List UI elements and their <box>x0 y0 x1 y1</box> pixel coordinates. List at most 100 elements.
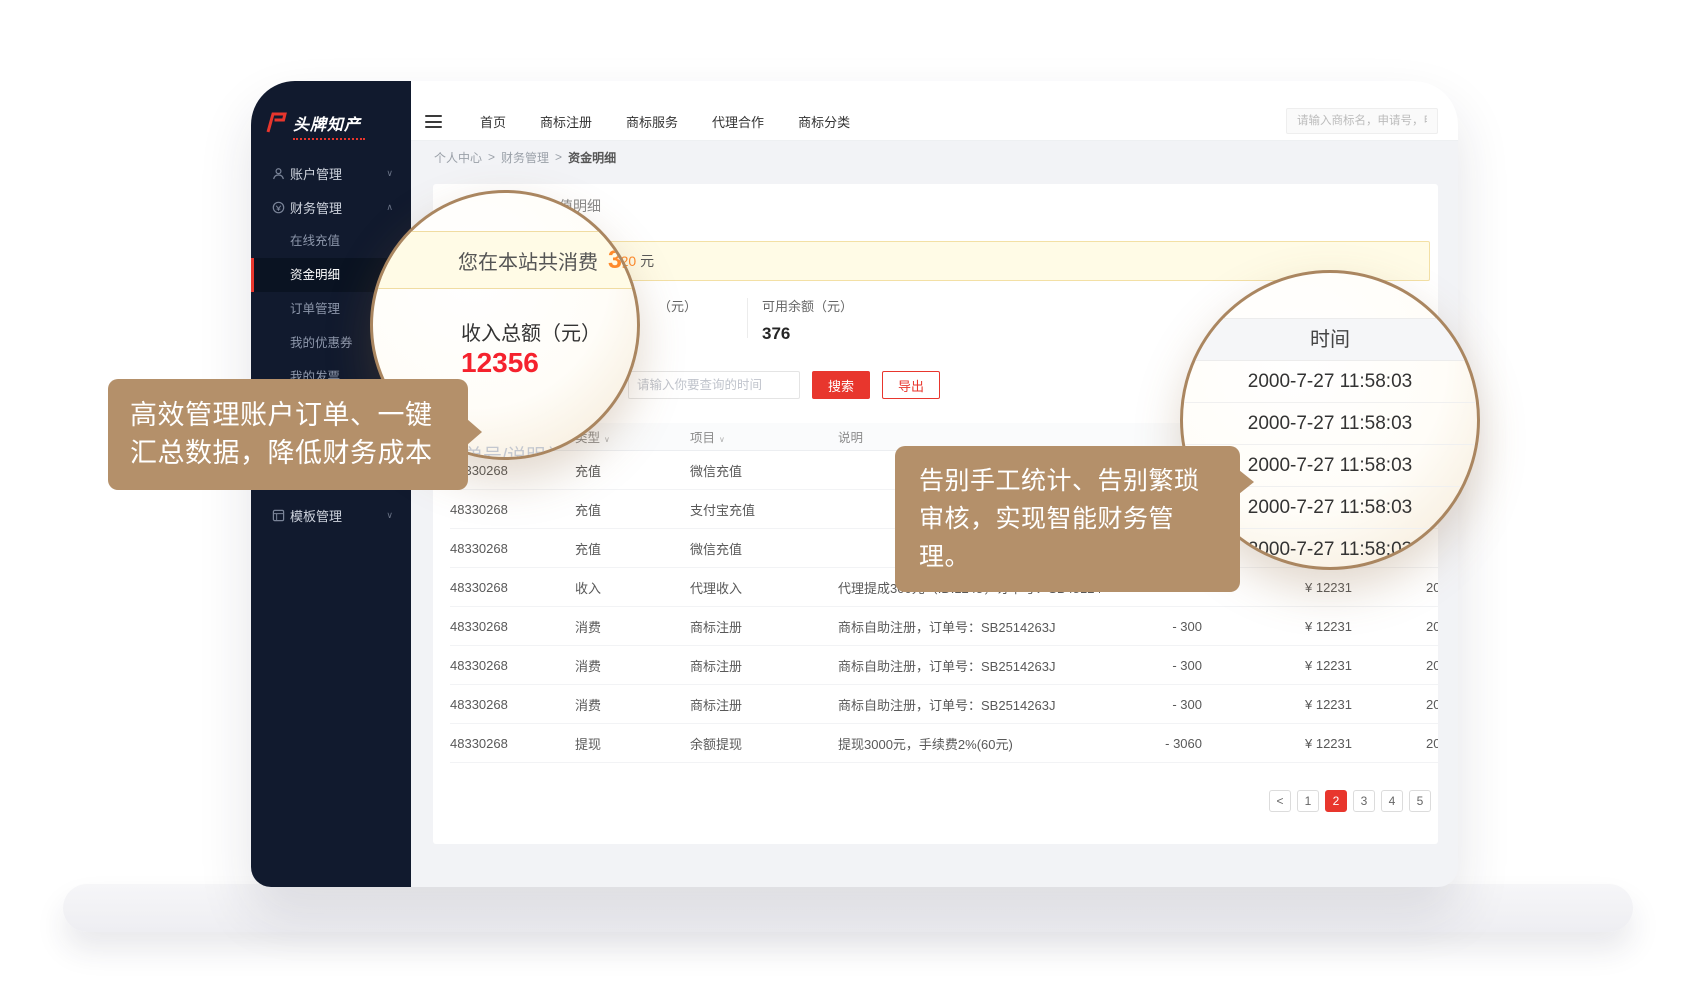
cell-type: 消费 <box>575 656 690 675</box>
export-button[interactable]: 导出 <box>882 371 940 399</box>
chevron-down-icon: ∨ <box>386 510 393 521</box>
cell-project: 微信充值 <box>690 539 838 558</box>
stat-expense: （元） <box>658 296 697 315</box>
breadcrumb: 个人中心 > 财务管理 > 资金明细 <box>411 141 1458 173</box>
laptop-mockup: 头牌知产 账户管理 ∨ 财务管理 ∧ 在线充值 资金明细 <box>0 0 1696 1002</box>
cell-type: 消费 <box>575 695 690 714</box>
cell-project: 商标注册 <box>690 695 838 714</box>
cell-project: 支付宝充值 <box>690 500 838 519</box>
cell-amount: - 300 <box>1100 619 1210 634</box>
cell-type: 消费 <box>575 617 690 636</box>
stat-available-balance: 可用余额（元） 376 <box>762 296 853 344</box>
hamburger-icon[interactable] <box>425 115 442 128</box>
cell-order: 48330268 <box>450 502 575 517</box>
nav-item-agency-cooperation[interactable]: 代理合作 <box>712 112 764 131</box>
cell-desc: 商标自助注册，订单号：SB2514263J <box>838 656 1100 675</box>
nav-item-trademark-services[interactable]: 商标服务 <box>626 112 678 131</box>
logo-icon <box>264 111 288 135</box>
cell-type: 充值 <box>575 461 690 480</box>
sidebar-item-templates[interactable]: 模板管理 ∨ <box>251 498 411 532</box>
header-description: 说明 <box>838 427 1100 446</box>
cell-order: 48330268 <box>450 619 575 634</box>
cell-project: 微信充值 <box>690 461 838 480</box>
breadcrumb-personal-center[interactable]: 个人中心 <box>434 149 482 166</box>
page-button-2[interactable]: 2 <box>1325 790 1347 812</box>
breadcrumb-finance[interactable]: 财务管理 <box>501 149 549 166</box>
chevron-up-icon: ∧ <box>386 202 393 213</box>
cell-balance: ¥ 12231 <box>1210 658 1362 673</box>
table-row: 48330268提现余额提现提现3000元，手续费2%(60元)- 3060¥ … <box>450 724 1438 763</box>
cell-order: 48330268 <box>450 580 575 595</box>
banner-unit: 元 <box>640 251 654 271</box>
cell-time: 2000-7-27 11:58:03 <box>1362 736 1438 751</box>
cell-order: 48330268 <box>450 541 575 556</box>
cell-time: 2000-7-27 11:58:03 <box>1362 697 1438 712</box>
template-icon <box>272 509 285 522</box>
lens-income-label: 收入总额（元） <box>461 317 601 346</box>
cell-order: 48330268 <box>450 697 575 712</box>
page-button-1[interactable]: 1 <box>1297 790 1319 812</box>
sidebar-item-label: 财务管理 <box>290 198 342 217</box>
header-type[interactable]: 类型∨ <box>575 427 690 446</box>
lens-banner-text: 您在本站共消费 <box>458 246 598 275</box>
cell-desc: 商标自助注册，订单号：SB2514263J <box>838 617 1100 636</box>
stat-value: 376 <box>762 324 853 344</box>
date-range-input[interactable] <box>628 371 800 399</box>
lens-banner-value: 32124 <box>608 246 640 275</box>
cell-desc: 提现3000元，手续费2%(60元) <box>838 734 1100 753</box>
top-nav-links: 首页 商标注册 商标服务 代理合作 商标分类 <box>480 112 850 131</box>
cell-time: 2000-7-27 11:58:03 <box>1362 580 1438 595</box>
top-navbar: 首页 商标注册 商标服务 代理合作 商标分类 <box>411 81 1458 141</box>
cell-type: 收入 <box>575 578 690 597</box>
trademark-search-input[interactable] <box>1286 108 1438 134</box>
prev-page-button[interactable]: < <box>1269 790 1291 812</box>
laptop-base <box>63 884 1633 932</box>
cell-project: 余额提现 <box>690 734 838 753</box>
sidebar-item-account[interactable]: 账户管理 ∨ <box>251 156 411 190</box>
cell-time: 2000-7-27 11:58:03 <box>1362 619 1438 634</box>
cell-project: 商标注册 <box>690 617 838 636</box>
pagination: < 1 2 3 4 5 <box>1269 790 1431 812</box>
cell-balance: ¥ 12231 <box>1210 736 1362 751</box>
nav-item-home[interactable]: 首页 <box>480 112 506 131</box>
cell-balance: ¥ 12231 <box>1210 697 1362 712</box>
stat-label: （元） <box>658 296 697 315</box>
cell-time: 2000-7-27 11:58:03 <box>1362 658 1438 673</box>
cell-amount: - 300 <box>1100 658 1210 673</box>
cell-type: 充值 <box>575 539 690 558</box>
cell-desc: 商标自助注册，订单号：SB2514263J <box>838 695 1100 714</box>
table-row: 48330268消费商标注册商标自助注册，订单号：SB2514263J- 300… <box>450 685 1438 724</box>
cell-order: 48330268 <box>450 736 575 751</box>
page-button-5[interactable]: 5 <box>1409 790 1431 812</box>
cell-amount: - 300 <box>1100 697 1210 712</box>
lens-time-header: 时间 <box>1183 318 1477 361</box>
header-project[interactable]: 项目∨ <box>690 427 838 446</box>
table-row: 48330268消费商标注册商标自助注册，订单号：SB2514263J- 300… <box>450 646 1438 685</box>
callout-right: 告别手工统计、告别繁琐审核，实现智能财务管理。 <box>895 446 1240 592</box>
stat-divider <box>747 298 748 338</box>
cell-type: 充值 <box>575 500 690 519</box>
breadcrumb-separator: > <box>555 150 562 164</box>
lens-time-row: 2000-7-27 11:58:03 <box>1183 403 1477 445</box>
user-icon <box>272 167 285 180</box>
table-row: 48330268消费商标注册商标自助注册，订单号：SB2514263J- 300… <box>450 607 1438 646</box>
sort-caret-icon[interactable]: ∨ <box>604 435 610 444</box>
chevron-down-icon: ∨ <box>386 168 393 179</box>
search-button[interactable]: 搜索 <box>812 371 870 399</box>
brand-logo[interactable]: 头牌知产 <box>251 81 411 140</box>
wallet-icon <box>272 201 285 214</box>
sort-caret-icon[interactable]: ∨ <box>719 435 725 444</box>
cell-type: 提现 <box>575 734 690 753</box>
sidebar-item-label: 模板管理 <box>290 506 342 525</box>
cell-order: 48330268 <box>450 658 575 673</box>
page-button-3[interactable]: 3 <box>1353 790 1375 812</box>
lens-banner: 您在本站共消费 32124 <box>370 231 640 289</box>
lens-income-value: 12356 <box>461 347 539 379</box>
page-button-4[interactable]: 4 <box>1381 790 1403 812</box>
date-input-field[interactable] <box>637 378 798 392</box>
cell-balance: ¥ 12231 <box>1210 619 1362 634</box>
nav-item-trademark-register[interactable]: 商标注册 <box>540 112 592 131</box>
nav-item-trademark-classes[interactable]: 商标分类 <box>798 112 850 131</box>
callout-left: 高效管理账户订单、一键汇总数据，降低财务成本 <box>108 379 468 490</box>
sidebar-item-finance[interactable]: 财务管理 ∧ <box>251 190 411 224</box>
